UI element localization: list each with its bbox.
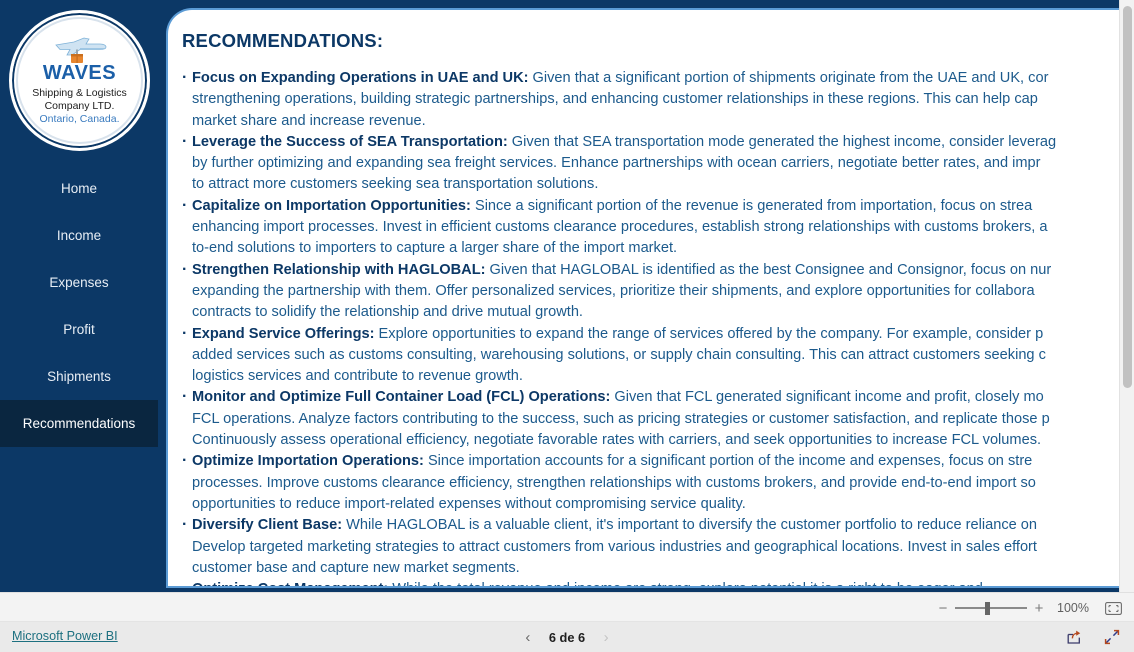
list-item: Diversify Client Base: While HAGLOBAL is… <box>176 514 1132 579</box>
power-bi-report-viewer: WAVES Shipping & Logistics Company LTD. … <box>0 0 1134 652</box>
airplane-cargo-icon <box>50 35 110 65</box>
recommendation-lead: Optimize Importation Operations: <box>192 453 424 470</box>
sidebar-item-label: Shipments <box>47 369 111 384</box>
sidebar-item-label: Home <box>60 181 97 196</box>
recommendation-text: Continuously assess operational efficien… <box>192 432 1042 449</box>
zoom-slider-rail <box>955 607 1027 609</box>
zoom-slider-thumb[interactable] <box>985 602 990 615</box>
sidebar-item-label: Recommendations <box>22 416 136 431</box>
list-item: Monitor and Optimize Full Container Load… <box>176 386 1132 451</box>
company-logo: WAVES Shipping & Logistics Company LTD. … <box>9 10 150 151</box>
recommendation-lead: Optimize Cost Management: <box>192 581 388 586</box>
recommendation-text: logistics services and contribute to rev… <box>192 368 523 385</box>
sidebar-item-recommendations[interactable]: Recommendations <box>0 400 158 447</box>
recommendation-text: Given that SEA transportation mode gener… <box>507 133 1057 150</box>
recommendation-text: Since importation accounts for a signifi… <box>423 453 1033 470</box>
recommendation-lead: Expand Service Offerings: <box>192 325 375 342</box>
recommendation-text: Given that FCL generated significant inc… <box>610 389 1044 406</box>
list-item: Leverage the Success of SEA Transportati… <box>176 131 1132 196</box>
report-canvas: WAVES Shipping & Logistics Company LTD. … <box>0 0 1134 592</box>
recommendation-lead: Monitor and Optimize Full Container Load… <box>192 389 611 406</box>
recommendation-text: Since a significant portion of the reven… <box>470 197 1033 214</box>
zoom-slider[interactable] <box>955 601 1027 615</box>
recommendation-lead: Diversify Client Base: <box>192 517 343 534</box>
sidebar-item-income[interactable]: Income <box>0 212 158 259</box>
zoom-controls: − + 100% <box>935 593 1122 623</box>
recommendation-text: enhancing import processes. Invest in ef… <box>192 219 1048 236</box>
recommendation-text: customer base and capture new market seg… <box>192 559 520 576</box>
recommendation-text: FCL operations. Analyze factors contribu… <box>192 410 1050 427</box>
recommendations-list: Focus on Expanding Operations in UAE and… <box>176 67 1132 586</box>
zoom-toolbar: − + 100% <box>0 592 1134 622</box>
recommendation-text: added services such as customs consultin… <box>192 346 1046 363</box>
sidebar-item-home[interactable]: Home <box>0 165 158 212</box>
recommendations-panel: RECOMMENDATIONS: Focus on Expanding Oper… <box>166 8 1134 588</box>
zoom-in-button[interactable]: + <box>1031 600 1047 617</box>
sidebar-item-expenses[interactable]: Expenses <box>0 259 158 306</box>
recommendation-lead: Leverage the Success of SEA Transportati… <box>192 133 508 150</box>
page-title: RECOMMENDATIONS: <box>182 30 384 51</box>
list-item: Optimize Cost Management: While the tota… <box>176 578 1132 586</box>
list-item: Optimize Importation Operations: Since i… <box>176 450 1132 515</box>
sidebar-item-label: Income <box>56 228 102 243</box>
recommendation-text: opportunities to reduce import-related e… <box>192 495 746 512</box>
microsoft-power-bi-link[interactable]: Microsoft Power BI <box>12 629 118 643</box>
list-item: Expand Service Offerings: Explore opport… <box>176 323 1132 388</box>
fullscreen-icon[interactable] <box>1104 629 1120 645</box>
recommendation-text: Develop targeted marketing strategies to… <box>192 538 1037 555</box>
previous-page-button[interactable]: ‹ <box>521 629 535 646</box>
recommendation-text: market share and increase revenue. <box>192 112 426 129</box>
share-icon[interactable] <box>1066 629 1082 645</box>
next-page-button[interactable]: › <box>599 629 613 646</box>
page-indicator: 6 de 6 <box>548 629 586 645</box>
recommendation-lead: Capitalize on Importation Opportunities: <box>192 197 471 214</box>
recommendation-text: to attract more customers seeking sea tr… <box>192 176 599 193</box>
zoom-level-label: 100% <box>1057 601 1089 615</box>
list-item: Focus on Expanding Operations in UAE and… <box>176 67 1132 132</box>
recommendation-text: strengthening operations, building strat… <box>192 91 1038 108</box>
sidebar-item-label: Profit <box>63 322 95 337</box>
recommendation-text: Given that a significant portion of ship… <box>528 70 1049 86</box>
report-footer: Microsoft Power BI ‹ 6 de 6 › <box>0 622 1134 652</box>
sidebar-item-profit[interactable]: Profit <box>0 306 158 353</box>
report-scrollbar-thumb[interactable] <box>1123 6 1132 388</box>
recommendation-text: to-end solutions to importers to capture… <box>192 240 678 257</box>
page-navigation: ‹ 6 de 6 › <box>0 622 1134 652</box>
recommendation-text: by further optimizing and expanding sea … <box>192 155 1041 172</box>
recommendation-lead: Strengthen Relationship with HAGLOBAL: <box>192 261 486 278</box>
recommendation-text: While HAGLOBAL is a valuable client, it'… <box>342 517 1038 534</box>
recommendation-text: expanding the partnership with them. Off… <box>192 282 1035 299</box>
sidebar-item-label: Expenses <box>49 275 109 290</box>
recommendation-text: Given that HAGLOBAL is identified as the… <box>485 261 1052 278</box>
sidebar-item-shipments[interactable]: Shipments <box>0 353 158 400</box>
recommendation-text: processes. Improve customs clearance eff… <box>192 474 1036 491</box>
recommendation-text: Explore opportunities to expand the rang… <box>374 325 1044 342</box>
recommendation-text: While the total revenue and income are s… <box>388 581 983 586</box>
recommendation-lead: Focus on Expanding Operations in UAE and… <box>192 70 529 86</box>
recommendation-text: contracts to solidify the relationship a… <box>192 304 583 321</box>
report-scrollbar[interactable] <box>1119 0 1134 592</box>
list-item: Capitalize on Importation Opportunities:… <box>176 195 1132 260</box>
fit-to-page-icon[interactable] <box>1105 601 1122 615</box>
sidebar-navigation: WAVES Shipping & Logistics Company LTD. … <box>0 0 158 592</box>
footer-actions <box>1066 622 1120 652</box>
list-item: Strengthen Relationship with HAGLOBAL: G… <box>176 259 1132 324</box>
zoom-out-button[interactable]: − <box>935 600 951 617</box>
